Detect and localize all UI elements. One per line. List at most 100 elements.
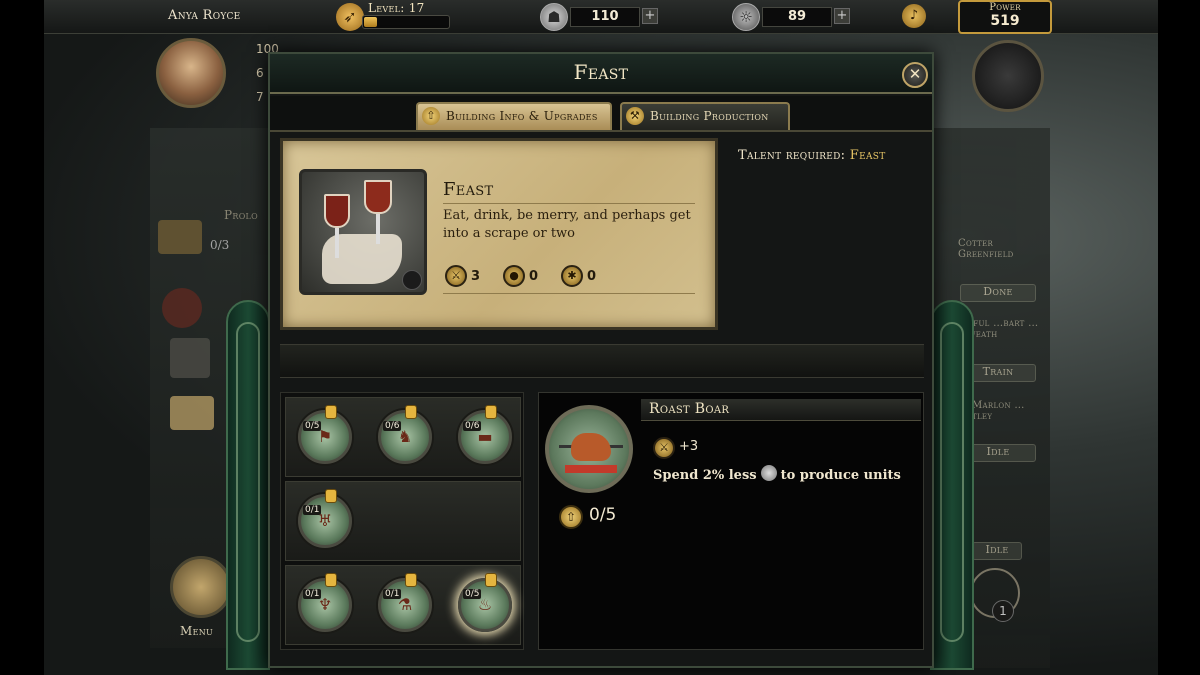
upgrade-slot-2-1[interactable]: 0/1 ♅ <box>298 489 352 548</box>
stats-divider <box>443 293 695 294</box>
tab-building-production[interactable]: ⚒ Building Production <box>620 102 790 130</box>
goblet-left <box>324 194 350 228</box>
add-silver-button[interactable]: + <box>642 8 658 24</box>
player-name: Anya Royce <box>168 8 241 23</box>
crest-icon[interactable] <box>162 288 202 328</box>
tab-building-info[interactable]: ⇧ Building Info & Upgrades <box>416 102 612 130</box>
hands-image <box>322 234 402 284</box>
close-button[interactable]: ✕ <box>902 62 928 88</box>
power-display: Power 519 <box>958 0 1052 34</box>
lock-icon <box>325 405 337 419</box>
done-button[interactable]: Done <box>960 284 1036 302</box>
building-name: Feast <box>443 179 494 200</box>
castle-icon[interactable] <box>170 338 210 378</box>
upgrade-row-3: 0/1 ♆ 0/1 ⚗ 0/5 ♨ <box>285 565 521 645</box>
side-stat-2: 6 <box>256 66 264 80</box>
idle-button-2[interactable]: Idle <box>972 542 1022 560</box>
upgrade-detail-panel: Roast Boar ⇧ 0/5 ⚔ +3 Spend 2% less to pr… <box>538 392 924 650</box>
roast-boar-image <box>545 405 633 493</box>
spider-icon: ✱ <box>561 265 583 287</box>
level-value: 17 <box>408 1 425 15</box>
tab-building-production-label: Building Production <box>650 109 769 123</box>
goblet-stem-right <box>376 214 380 244</box>
player-portrait[interactable] <box>156 38 226 108</box>
silver-coin-icon: ☗ <box>540 3 568 31</box>
upgrade-row-2: 0/1 ♅ <box>285 481 521 561</box>
lock-icon <box>485 573 497 587</box>
book-icon[interactable] <box>158 220 202 254</box>
bench-icon: ▬ <box>477 427 493 446</box>
right-ornament <box>930 300 974 670</box>
upgrade-title: Roast Boar <box>649 401 730 417</box>
window-header: Feast ✕ <box>270 54 932 94</box>
level-label: Level: 17 <box>368 1 425 15</box>
power-label: Power <box>989 2 1021 13</box>
coin-pouch-icon: ● <box>503 265 525 287</box>
talent-requirement: Talent required: Feast <box>738 148 886 163</box>
building-window: Feast ✕ ⇧ Building Info & Upgrades ⚒ Bui… <box>268 52 934 668</box>
building-info-card: Feast Eat, drink, be merry, and perhaps … <box>280 138 718 330</box>
upgrade-level-icon: ⇧ <box>559 505 583 529</box>
sworn-sword-3-name: Marlon …tley <box>972 400 1025 422</box>
add-gold-button[interactable]: + <box>834 8 850 24</box>
upgrade-slot-3-3-selected[interactable]: 0/5 ♨ <box>458 573 512 632</box>
goblet-stem-left <box>335 228 339 258</box>
goblet-icon: ♅ <box>317 511 333 530</box>
title-divider <box>443 203 695 204</box>
lock-icon <box>325 489 337 503</box>
building-description: Eat, drink, be merry, and perhaps get in… <box>443 208 691 241</box>
silver-amount: 110 <box>570 7 640 27</box>
trade-stat-value: 0 <box>529 269 539 284</box>
sworn-sword-1-name: Cotter Greenfield <box>958 238 1014 260</box>
quest-partial-label: Prolo <box>224 208 259 222</box>
silver-coin-icon <box>760 465 777 481</box>
tab-building-info-label: Building Info & Upgrades <box>446 109 598 123</box>
letterbox-left <box>0 0 44 675</box>
left-ornament <box>226 300 270 670</box>
quest-count: 0/3 <box>210 238 230 252</box>
sword-icon: ⚔ <box>445 265 467 287</box>
building-slot-icon <box>402 270 422 290</box>
level-progress-bar <box>362 15 450 29</box>
left-ornament-inlay <box>236 322 260 642</box>
upgrade-slot-1-1[interactable]: 0/5 ⚑ <box>298 405 352 464</box>
table-icon: ♞ <box>397 427 413 446</box>
upgrade-grid: 0/5 ⚑ 0/6 ♞ 0/6 ▬ 0/1 ♅ 0/1 ♆ 0/1 ⚗ 0/5 … <box>280 392 524 650</box>
upgrade-row-1: 0/5 ⚑ 0/6 ♞ 0/6 ▬ <box>285 397 521 477</box>
scroll-icon[interactable] <box>170 396 214 430</box>
upgrade-slot-1-2[interactable]: 0/6 ♞ <box>378 405 432 464</box>
talent-value[interactable]: Feast <box>850 148 886 163</box>
lock-icon <box>325 573 337 587</box>
roast-boar-icon: ♨ <box>477 595 493 614</box>
anvil-icon: ⚒ <box>626 107 644 125</box>
feast-goblets-image <box>299 169 427 295</box>
upgrade-slot-3-2[interactable]: 0/1 ⚗ <box>378 573 432 632</box>
tab-strip: ⇧ Building Info & Upgrades ⚒ Building Pr… <box>270 96 932 132</box>
banner-icon: ⚑ <box>317 427 333 446</box>
upgrade-effect: Spend 2% less to produce units <box>653 465 901 483</box>
wing-level-icon: ➶ <box>336 3 364 31</box>
upgrade-slot-1-3[interactable]: 0/6 ▬ <box>458 405 512 464</box>
lock-icon <box>405 573 417 587</box>
menu-icon[interactable] <box>170 556 232 618</box>
upgrade-level: 0/5 <box>589 505 617 525</box>
bonus-value: +3 <box>679 439 699 454</box>
battle-stat-value: 3 <box>471 269 481 284</box>
power-medal-icon[interactable] <box>972 40 1044 112</box>
sound-icon[interactable]: ♪ <box>902 4 926 28</box>
power-value: 519 <box>990 13 1020 29</box>
upgrade-arrow-icon: ⇧ <box>422 107 440 125</box>
flask-icon: ⚗ <box>397 595 413 614</box>
letterbox-right <box>1158 0 1200 675</box>
right-ornament-inlay <box>940 322 964 642</box>
intrigue-stat-value: 0 <box>587 269 597 284</box>
level-progress-fill <box>364 17 377 27</box>
upgrade-slot-3-1[interactable]: 0/1 ♆ <box>298 573 352 632</box>
lock-icon <box>485 405 497 419</box>
side-stat-3: 7 <box>256 90 264 104</box>
candelabra-icon: ♆ <box>317 595 333 614</box>
sword-icon: ⚔ <box>653 437 675 459</box>
menu-label[interactable]: Menu <box>180 624 213 638</box>
effect-text-post: to produce units <box>780 468 901 483</box>
boar-shape <box>571 433 611 461</box>
